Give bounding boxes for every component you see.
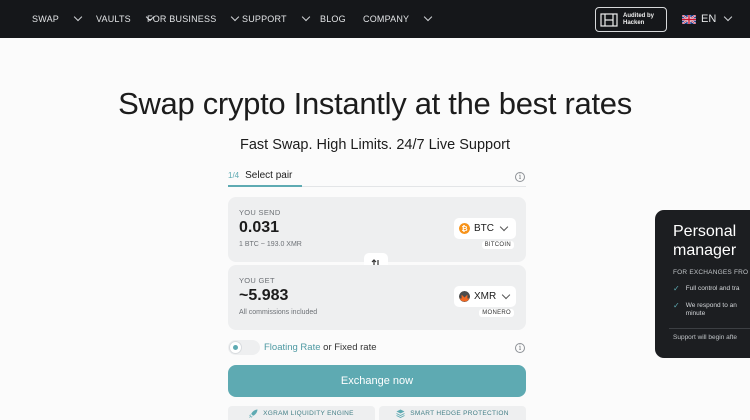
rocket-icon bbox=[249, 409, 258, 418]
floating-rate-link[interactable]: Floating Rate bbox=[264, 342, 321, 353]
nav-swap[interactable]: SWAP bbox=[32, 0, 83, 38]
personal-manager-card: Personal manager FOR EXCHANGES FRO ✓ Ful… bbox=[655, 210, 750, 358]
monero-icon bbox=[459, 291, 470, 302]
feature-liquidity-engine[interactable]: XGRAM LIQUIDITY ENGINE bbox=[228, 406, 375, 420]
get-coin-selector[interactable]: XMR bbox=[454, 286, 516, 307]
send-coin-symbol: BTC bbox=[474, 223, 494, 234]
rate-type-toggle[interactable] bbox=[228, 340, 260, 355]
feature-hedge-label: SMART HEDGE PROTECTION bbox=[410, 409, 509, 417]
nav-support-label: SUPPORT bbox=[242, 14, 287, 24]
rate-info-icon[interactable]: i bbox=[515, 343, 525, 353]
toggle-knob bbox=[229, 341, 242, 354]
step-label: Select pair bbox=[245, 170, 293, 181]
toggle-dot bbox=[233, 345, 238, 350]
chevron-down-icon bbox=[301, 12, 310, 22]
get-coin-name: MONERO bbox=[479, 309, 514, 317]
send-amount-input[interactable]: 0.031 bbox=[239, 219, 279, 237]
nav-vaults[interactable]: VAULTS bbox=[96, 0, 155, 38]
chevron-down-icon bbox=[724, 12, 733, 22]
fixed-rate-link[interactable]: Fixed rate bbox=[334, 342, 376, 353]
send-label: YOU SEND bbox=[239, 208, 281, 217]
language-selector[interactable]: EN bbox=[682, 0, 733, 38]
bitcoin-icon: ₿ bbox=[459, 223, 470, 234]
info-icon[interactable]: i bbox=[515, 172, 525, 182]
rate-separator: or bbox=[320, 342, 335, 353]
feature-liquidity-label: XGRAM LIQUIDITY ENGINE bbox=[263, 409, 354, 417]
exchange-now-button[interactable]: Exchange now bbox=[228, 365, 526, 397]
card-bullet: ✓ We respond to an minute bbox=[673, 302, 737, 318]
chevron-down-icon bbox=[424, 12, 433, 22]
card-subtitle: FOR EXCHANGES FRO bbox=[673, 269, 749, 276]
get-coin-symbol: XMR bbox=[474, 291, 497, 302]
nav-company-label: COMPANY bbox=[363, 14, 410, 24]
card-divider bbox=[669, 328, 750, 329]
nav-for-business-label: FOR BUSINESS bbox=[147, 14, 217, 24]
step-number: 1/4 bbox=[228, 171, 240, 180]
send-coin-selector[interactable]: ₿ BTC bbox=[454, 218, 516, 239]
check-icon: ✓ bbox=[673, 301, 680, 310]
card-bullet-text: We respond to an minute bbox=[685, 302, 737, 317]
card-title: Personal manager bbox=[673, 223, 737, 259]
card-bullet-text: Full control and tra bbox=[685, 285, 740, 292]
check-icon: ✓ bbox=[673, 284, 680, 293]
nav-vaults-label: VAULTS bbox=[96, 14, 131, 24]
nav-for-business[interactable]: FOR BUSINESS bbox=[147, 0, 240, 38]
audit-text: Audited by Hacken bbox=[623, 12, 654, 26]
hacken-logo-icon bbox=[600, 12, 618, 27]
chevron-down-icon bbox=[501, 290, 511, 300]
page-subtitle: Fast Swap. High Limits. 24/7 Live Suppor… bbox=[240, 137, 510, 153]
step-progress-indicator bbox=[228, 185, 302, 187]
card-footer: Support will begin afte bbox=[673, 334, 737, 341]
get-box: YOU GET ~5.983 All commissions included … bbox=[228, 265, 526, 330]
top-navbar: SWAP VAULTS FOR BUSINESS SUPPORT BLOG CO… bbox=[0, 0, 750, 38]
nav-blog-label: BLOG bbox=[320, 14, 346, 24]
uk-flag-icon bbox=[682, 14, 696, 24]
rate-type-text: Floating Rate or Fixed rate bbox=[264, 342, 377, 353]
card-bullet: ✓ Full control and tra bbox=[673, 285, 740, 293]
feature-hedge-protection[interactable]: SMART HEDGE PROTECTION bbox=[379, 406, 526, 420]
step-tab: 1/4 Select pair bbox=[228, 170, 292, 181]
send-coin-name: BITCOIN bbox=[481, 241, 514, 249]
chevron-down-icon bbox=[231, 12, 240, 22]
chevron-down-icon bbox=[499, 222, 509, 232]
nav-company[interactable]: COMPANY bbox=[363, 0, 433, 38]
commission-note: All commissions included bbox=[239, 309, 318, 316]
layers-icon bbox=[396, 409, 405, 418]
exchange-rate-text: 1 BTC ~ 193.0 XMR bbox=[239, 241, 302, 248]
svg-text:₿: ₿ bbox=[461, 224, 467, 233]
nav-support[interactable]: SUPPORT bbox=[242, 0, 310, 38]
nav-blog[interactable]: BLOG bbox=[320, 0, 346, 38]
nav-swap-label: SWAP bbox=[32, 14, 59, 24]
get-amount: ~5.983 bbox=[239, 287, 289, 304]
page-title: Swap crypto Instantly at the best rates bbox=[118, 86, 632, 121]
hacken-audit-badge[interactable]: Audited by Hacken bbox=[595, 7, 667, 32]
language-label: EN bbox=[701, 13, 717, 25]
get-label: YOU GET bbox=[239, 276, 275, 285]
chevron-down-icon bbox=[73, 12, 83, 22]
